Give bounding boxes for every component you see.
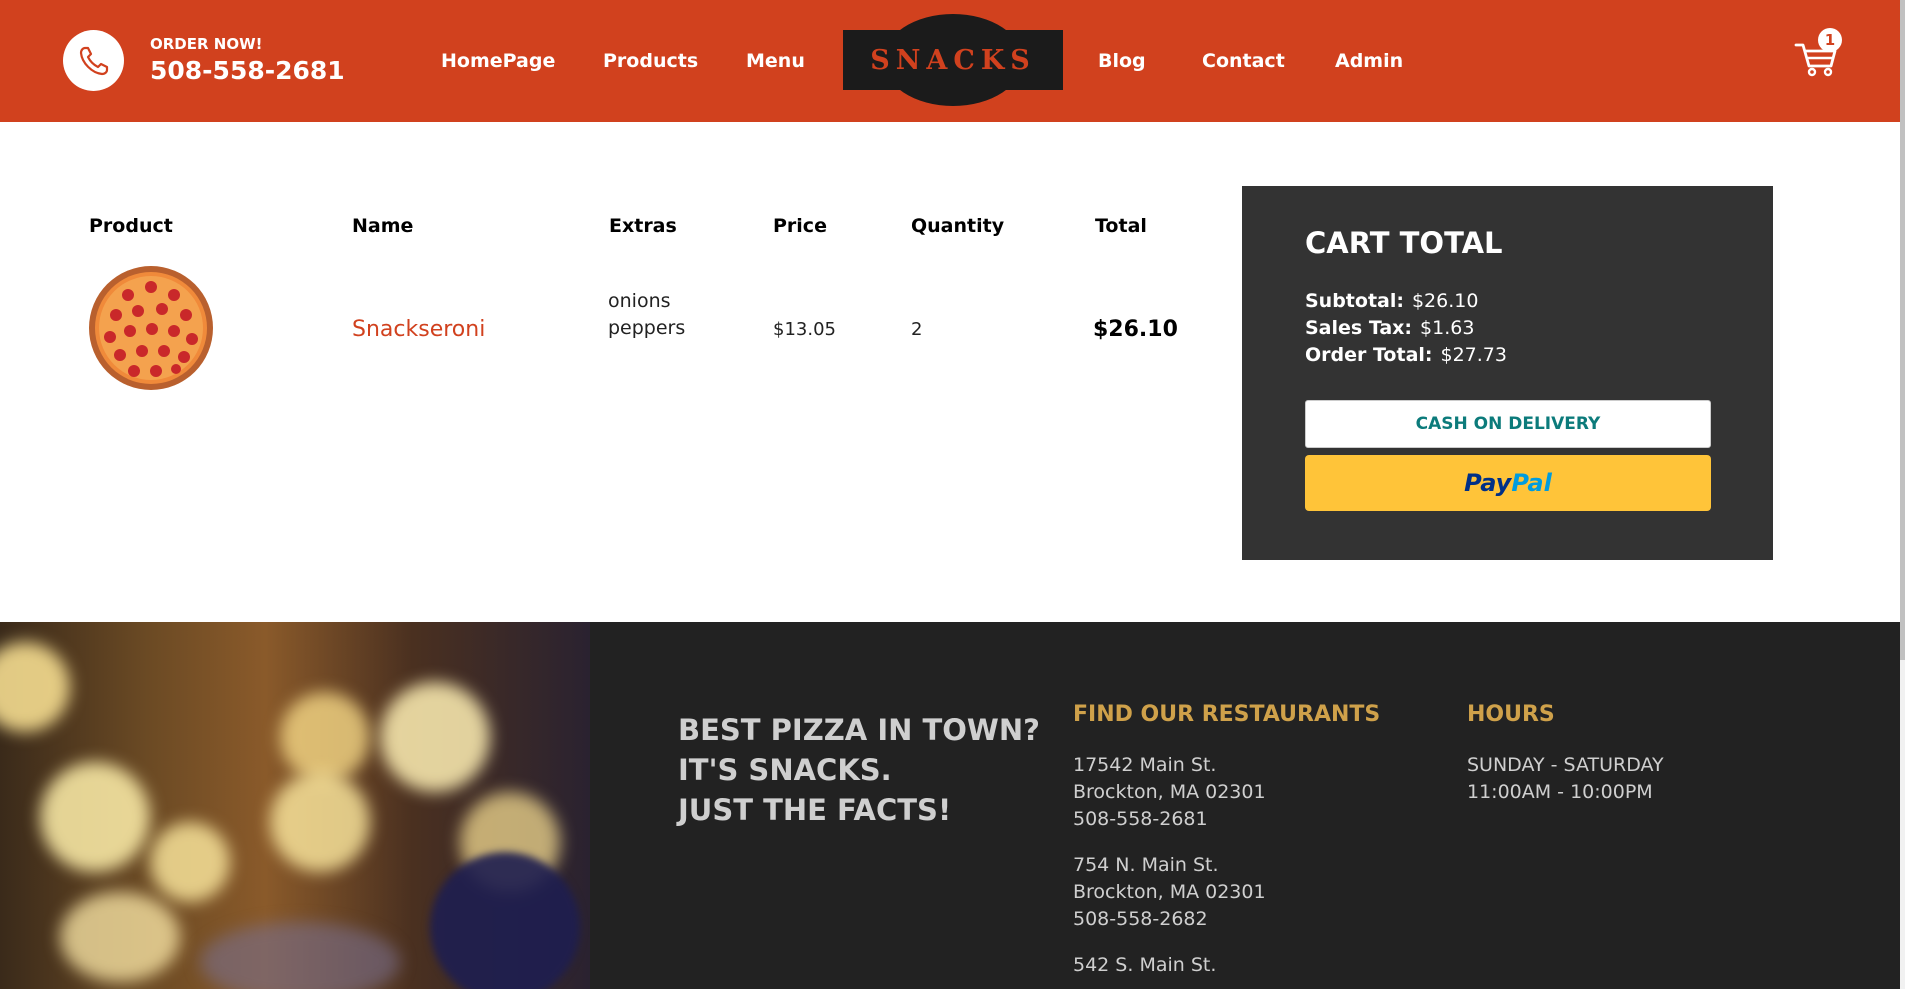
nav-admin[interactable]: Admin — [1335, 50, 1403, 72]
logo-text: SNACKS — [870, 44, 1036, 76]
column-header-quantity: Quantity — [911, 215, 1005, 237]
product-quantity: 2 — [911, 319, 923, 340]
paypal-logo-pay: Pay — [1464, 469, 1512, 497]
cash-on-delivery-button[interactable]: CASH ON DELIVERY — [1305, 400, 1711, 448]
slogan-line: BEST PIZZA IN TOWN? — [678, 713, 1040, 747]
phone-button[interactable] — [63, 30, 124, 91]
hours-days: SUNDAY - SATURDAY — [1467, 754, 1664, 776]
nav-contact[interactable]: Contact — [1202, 50, 1285, 72]
restaurant-address: 542 S. Main St. — [1073, 952, 1216, 979]
extra-item: onions — [608, 290, 671, 312]
cart-total-panel: CART TOTAL Subtotal: $26.10 Sales Tax: $1.… — [1242, 186, 1773, 560]
opening-hours: SUNDAY - SATURDAY 11:00AM - 10:00PM — [1467, 752, 1664, 806]
address-street: 542 S. Main St. — [1073, 954, 1217, 976]
product-name-link[interactable]: Snackseroni — [352, 317, 485, 342]
footer: BEST PIZZA IN TOWN? IT'S SNACKS. JUST TH… — [0, 622, 1900, 989]
footer-slogan: BEST PIZZA IN TOWN? IT'S SNACKS. JUST TH… — [678, 710, 1040, 830]
address-phone: 508-558-2681 — [1073, 808, 1208, 830]
subtotal-value: $26.10 — [1411, 290, 1479, 312]
product-price: $13.05 — [773, 319, 836, 340]
column-header-extras: Extras — [609, 215, 677, 237]
hours-time: 11:00AM - 10:00PM — [1467, 781, 1653, 803]
product-total: $26.10 — [1093, 317, 1178, 342]
restaurants-heading: FIND OUR RESTAURANTS — [1073, 702, 1381, 727]
address-phone: 508-558-2682 — [1073, 908, 1208, 930]
subtotal-label: Subtotal: — [1305, 290, 1404, 312]
phone-icon — [79, 46, 108, 75]
order-total-label: Order Total: — [1305, 344, 1433, 366]
vertical-scrollbar[interactable] — [1900, 0, 1905, 989]
subtotal-line: Subtotal: $26.10 — [1305, 290, 1478, 312]
pizza-image — [89, 266, 213, 390]
column-header-product: Product — [89, 215, 173, 237]
address-street: 754 N. Main St. — [1073, 854, 1219, 876]
sales-tax-line: Sales Tax: $1.63 — [1305, 317, 1474, 339]
product-extras: onions peppers — [608, 288, 685, 342]
nav-homepage[interactable]: HomePage — [441, 50, 555, 72]
slogan-line: JUST THE FACTS! — [678, 793, 952, 827]
scrollbar-thumb[interactable] — [1900, 0, 1905, 660]
sales-tax-label: Sales Tax: — [1305, 317, 1413, 339]
column-header-total: Total — [1095, 215, 1147, 237]
page: ORDER NOW! 508-558-2681 HomePage Product… — [0, 0, 1900, 989]
hours-heading: HOURS — [1467, 702, 1555, 727]
sales-tax-value: $1.63 — [1420, 317, 1475, 339]
snacks-logo[interactable]: SNACKS — [843, 14, 1063, 106]
cart-total-title: CART TOTAL — [1305, 226, 1503, 260]
paypal-logo-pal: Pal — [1511, 469, 1552, 497]
restaurant-address: 17542 Main St. Brockton, MA 02301 508-55… — [1073, 752, 1266, 833]
address-street: 17542 Main St. — [1073, 754, 1217, 776]
order-now-label: ORDER NOW! — [150, 35, 263, 53]
address-city: Brockton, MA 02301 — [1073, 781, 1266, 803]
paypal-button[interactable]: Pay Pal — [1305, 455, 1711, 511]
cart-count-badge: 1 — [1818, 28, 1842, 52]
nav-menu[interactable]: Menu — [746, 50, 805, 72]
order-total-value: $27.73 — [1440, 344, 1507, 366]
navbar: ORDER NOW! 508-558-2681 HomePage Product… — [0, 0, 1900, 122]
column-header-price: Price — [773, 215, 827, 237]
footer-background-image — [0, 622, 590, 989]
restaurant-address: 754 N. Main St. Brockton, MA 02301 508-5… — [1073, 852, 1266, 933]
extra-item: peppers — [608, 317, 686, 339]
address-city: Brockton, MA 02301 — [1073, 881, 1266, 903]
order-phone-number: 508-558-2681 — [150, 56, 345, 85]
nav-products[interactable]: Products — [603, 50, 698, 72]
order-total-line: Order Total: $27.73 — [1305, 344, 1507, 366]
nav-blog[interactable]: Blog — [1098, 50, 1146, 72]
slogan-line: IT'S SNACKS. — [678, 753, 892, 787]
column-header-name: Name — [352, 215, 414, 237]
